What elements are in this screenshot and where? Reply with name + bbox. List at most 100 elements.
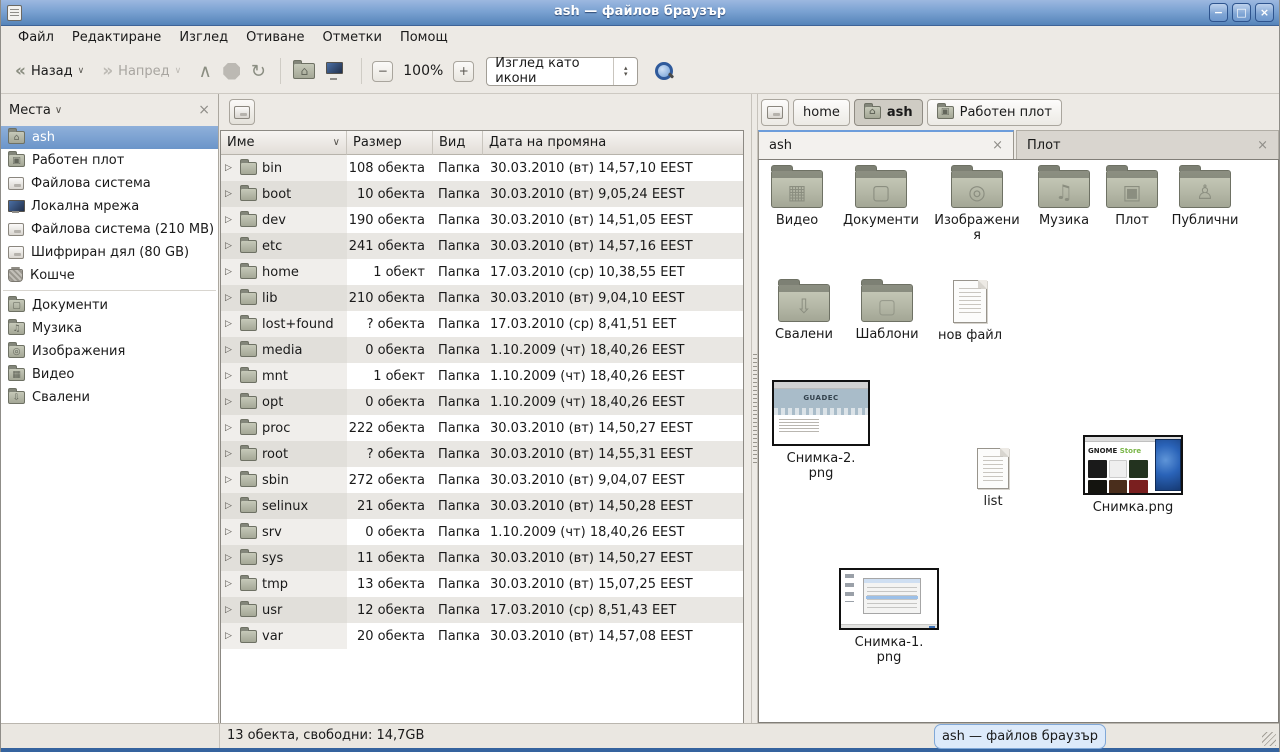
expander-icon[interactable]: ▷	[225, 293, 235, 303]
up-button[interactable]: ∧	[193, 61, 217, 82]
tree-row-mnt[interactable]: ▷mnt1 обектПапка1.10.2009 (чт) 18,40,26 …	[221, 363, 743, 389]
tree-row-boot[interactable]: ▷boot10 обектаПапка30.03.2010 (вт) 9,05,…	[221, 181, 743, 207]
menu-view[interactable]: Изглед	[170, 28, 237, 47]
breadcrumb-desktop-button[interactable]: ▣ Работен плот	[927, 99, 1062, 126]
home-button[interactable]: ⌂	[291, 63, 317, 79]
sidebar-dropdown-icon[interactable]: ∨	[55, 105, 62, 116]
tab-plot[interactable]: Плот ×	[1016, 130, 1279, 159]
tree-row-sys[interactable]: ▷sys11 обектаПапка30.03.2010 (вт) 14,50,…	[221, 545, 743, 571]
folder-documents[interactable]: ▢ Документи	[837, 170, 925, 228]
expander-icon[interactable]: ▷	[225, 423, 235, 433]
expander-icon[interactable]: ▷	[225, 163, 235, 173]
back-button[interactable]: « Назад ∨	[9, 57, 90, 85]
menu-bookmarks[interactable]: Отметки	[313, 28, 390, 47]
menu-go[interactable]: Отиване	[237, 28, 313, 47]
expander-icon[interactable]: ▷	[225, 501, 235, 511]
expander-icon[interactable]: ▷	[225, 267, 235, 277]
expander-icon[interactable]: ▷	[225, 241, 235, 251]
expander-icon[interactable]: ▷	[225, 189, 235, 199]
file-list[interactable]: list	[961, 448, 1025, 509]
tree-row-usr[interactable]: ▷usr12 обектаПапка17.03.2010 (ср) 8,51,4…	[221, 597, 743, 623]
column-header-name[interactable]: Име ∨	[221, 131, 347, 155]
sidebar-item-Изображения[interactable]: ◎Изображения	[1, 340, 218, 363]
tab-close-icon[interactable]: ×	[992, 138, 1003, 153]
column-header-size[interactable]: Размер	[347, 131, 433, 155]
sidebar-item-Видео[interactable]: ▦Видео	[1, 363, 218, 386]
tree-row-srv[interactable]: ▷srv0 обектаПапка1.10.2009 (чт) 18,40,26…	[221, 519, 743, 545]
sidebar-title[interactable]: Места	[9, 103, 51, 118]
expander-icon[interactable]: ▷	[225, 553, 235, 563]
sidebar-item-Файлова система (210 MB)[interactable]: Файлова система (210 MB)	[1, 218, 218, 241]
tree-row-bin[interactable]: ▷bin108 обектаПапка30.03.2010 (вт) 14,57…	[221, 155, 743, 181]
zoom-out-button[interactable]: −	[372, 61, 393, 82]
stop-button[interactable]	[223, 63, 240, 80]
sidebar-item-Файлова система[interactable]: Файлова система	[1, 172, 218, 195]
search-icon[interactable]	[654, 61, 674, 81]
tree-row-home[interactable]: ▷home1 обектПапка17.03.2010 (ср) 10,38,5…	[221, 259, 743, 285]
sidebar-item-Локална мрежа[interactable]: Локална мрежа	[1, 195, 218, 218]
tree-row-etc[interactable]: ▷etc241 обектаПапка30.03.2010 (вт) 14,57…	[221, 233, 743, 259]
folder-desktop[interactable]: ▣ Плот	[1103, 170, 1161, 228]
close-button[interactable]: ×	[1255, 3, 1274, 22]
tree-row-selinux[interactable]: ▷selinux21 обектаПапка30.03.2010 (вт) 14…	[221, 493, 743, 519]
breadcrumb-ash-button[interactable]: ⌂ ash	[854, 99, 923, 126]
expander-icon[interactable]: ▷	[225, 631, 235, 641]
breadcrumb-root-button[interactable]	[761, 99, 789, 126]
folder-public[interactable]: ♙ Публични	[1163, 170, 1247, 228]
minimize-button[interactable]: −	[1209, 3, 1228, 22]
sidebar-close-icon[interactable]: ×	[198, 102, 210, 118]
folder-downloads[interactable]: ⇩ Свалени	[765, 284, 843, 342]
computer-button[interactable]	[323, 62, 351, 80]
expander-icon[interactable]: ▷	[225, 397, 235, 407]
reload-button[interactable]: ↻	[246, 61, 270, 82]
root-filesystem-button[interactable]	[229, 99, 255, 125]
window-title-popup[interactable]: ash — файлов браузър	[934, 724, 1106, 749]
sidebar-item-ash[interactable]: ⌂ash	[1, 126, 218, 149]
folder-music[interactable]: ♫ Музика	[1027, 170, 1101, 228]
tree-row-proc[interactable]: ▷proc222 обектаПапка30.03.2010 (вт) 14,5…	[221, 415, 743, 441]
icon-view[interactable]: ▦ Видео ▢ Документи ◎ Изображения ♫ Музи…	[758, 159, 1279, 723]
column-header-date[interactable]: Дата на промяна	[483, 131, 743, 155]
expander-icon[interactable]: ▷	[225, 371, 235, 381]
folder-videos[interactable]: ▦ Видео	[759, 170, 835, 228]
view-mode-select[interactable]: Изглед като икони ▴▾	[486, 57, 638, 86]
expander-icon[interactable]: ▷	[225, 527, 235, 537]
sidebar-item-Свалени[interactable]: ⇩Свалени	[1, 386, 218, 409]
file-new-file[interactable]: нов файл	[931, 280, 1009, 343]
tree-row-tmp[interactable]: ▷tmp13 обектаПапка30.03.2010 (вт) 15,07,…	[221, 571, 743, 597]
sidebar-item-Кошче[interactable]: Кошче	[1, 264, 218, 287]
sidebar-item-Работен плот[interactable]: ▣Работен плот	[1, 149, 218, 172]
expander-icon[interactable]: ▷	[225, 215, 235, 225]
tree-row-root[interactable]: ▷root? обектаПапка30.03.2010 (вт) 14,55,…	[221, 441, 743, 467]
folder-pictures[interactable]: ◎ Изображения	[931, 170, 1023, 243]
menu-edit[interactable]: Редактиране	[63, 28, 170, 47]
file-snimka-2-png[interactable]: GUADEC Снимка-2.png	[771, 380, 871, 481]
expander-icon[interactable]: ▷	[225, 475, 235, 485]
sidebar-item-Документи[interactable]: ▢Документи	[1, 294, 218, 317]
tree-row-lib[interactable]: ▷lib210 обектаПапка30.03.2010 (вт) 9,04,…	[221, 285, 743, 311]
file-snimka-1-png[interactable]: Снимка-1.png	[837, 568, 941, 665]
sidebar-item-Шифриран дял (80 GB)[interactable]: Шифриран дял (80 GB)	[1, 241, 218, 264]
panel-splitter[interactable]	[751, 94, 758, 723]
tab-close-icon[interactable]: ×	[1257, 138, 1268, 153]
tree-row-dev[interactable]: ▷dev190 обектаПапка30.03.2010 (вт) 14,51…	[221, 207, 743, 233]
tree-row-lost+found[interactable]: ▷lost+found? обектаПапка17.03.2010 (ср) …	[221, 311, 743, 337]
forward-button[interactable]: » Напред ∨	[96, 57, 187, 85]
sidebar-item-Музика[interactable]: ♫Музика	[1, 317, 218, 340]
folder-templates[interactable]: ▢ Шаблони	[847, 284, 927, 342]
file-snimka-png[interactable]: GNOME Store Снимка.png	[1081, 435, 1185, 515]
menu-file[interactable]: Файл	[9, 28, 63, 47]
tree-row-opt[interactable]: ▷opt0 обектаПапка1.10.2009 (чт) 18,40,26…	[221, 389, 743, 415]
column-header-type[interactable]: Вид	[433, 131, 483, 155]
tree-row-var[interactable]: ▷var20 обектаПапка30.03.2010 (вт) 14,57,…	[221, 623, 743, 649]
tree-row-media[interactable]: ▷media0 обектаПапка1.10.2009 (чт) 18,40,…	[221, 337, 743, 363]
resize-grip[interactable]	[1262, 732, 1276, 746]
back-dropdown-icon[interactable]: ∨	[78, 66, 85, 76]
expander-icon[interactable]: ▷	[225, 579, 235, 589]
view-mode-spinner[interactable]: ▴▾	[613, 58, 637, 85]
expander-icon[interactable]: ▷	[225, 319, 235, 329]
breadcrumb-home-button[interactable]: home	[793, 99, 850, 126]
expander-icon[interactable]: ▷	[225, 449, 235, 459]
tree-row-sbin[interactable]: ▷sbin272 обектаПапка30.03.2010 (вт) 9,04…	[221, 467, 743, 493]
expander-icon[interactable]: ▷	[225, 605, 235, 615]
